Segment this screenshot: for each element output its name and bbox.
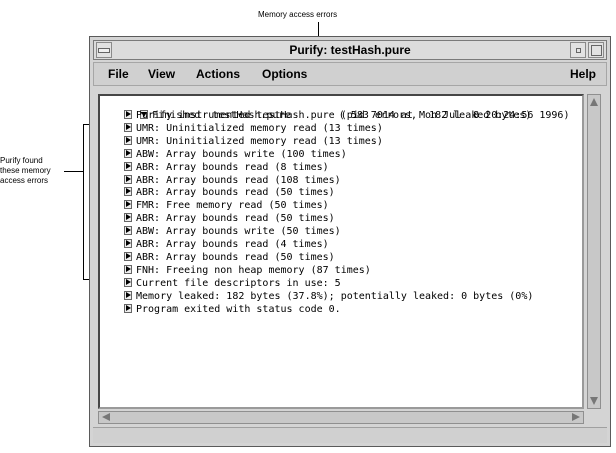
log-item-row[interactable]: ABR: Array bounds read (50 times) — [124, 213, 335, 225]
log-item-text: ABR: Array bounds read (8 times) — [136, 161, 329, 173]
window-title: Purify: testHash.pure — [289, 43, 411, 57]
log-item-text: UMR: Uninitialized memory read (13 times… — [136, 122, 383, 134]
scroll-right-icon[interactable] — [572, 413, 580, 421]
scroll-down-icon[interactable] — [590, 397, 598, 405]
menu-view[interactable]: View — [148, 67, 175, 81]
expand-triangle-icon[interactable] — [124, 290, 132, 300]
maximize-icon — [590, 44, 602, 56]
annotation-leader-line-left — [64, 171, 83, 172]
log-item-text: ABR: Array bounds read (50 times) — [136, 251, 335, 263]
expand-triangle-icon[interactable] — [124, 174, 132, 184]
expand-triangle-icon[interactable] — [124, 187, 132, 197]
log-item-row[interactable]: ABR: Array bounds read (8 times) — [124, 161, 329, 174]
annotation-line-1: Purify found — [0, 156, 43, 165]
log-item-row[interactable]: ABW: Array bounds write (100 times) — [124, 148, 347, 161]
log-item-row[interactable]: Current file descriptors in use: 5 — [124, 277, 341, 290]
purify-window: Purify: testHash.pure File View Actions … — [89, 36, 611, 447]
log-item-text: Purify instrumented testHash.pure (pid 7… — [136, 110, 570, 121]
expand-triangle-icon[interactable] — [124, 122, 132, 132]
log-item-text: ABW: Array bounds write (100 times) — [136, 148, 347, 160]
expand-triangle-icon[interactable] — [124, 226, 132, 236]
horizontal-scrollbar[interactable] — [98, 411, 584, 424]
status-footer — [93, 427, 607, 443]
expand-triangle-icon[interactable] — [124, 277, 132, 287]
log-item-text: ABR: Array bounds read (50 times) — [136, 213, 335, 225]
expand-triangle-icon[interactable] — [124, 303, 132, 313]
log-item-text: ABR: Array bounds read (50 times) — [136, 187, 335, 199]
log-item-row[interactable]: ABW: Array bounds write (50 times) — [124, 226, 341, 238]
log-item-text: FMR: Free memory read (50 times) — [136, 200, 329, 212]
log-item-text: Current file descriptors in use: 5 — [136, 277, 341, 289]
annotation-line-2: these memory — [0, 166, 51, 175]
log-item-row[interactable]: Program exited with status code 0. — [124, 303, 341, 316]
vertical-scrollbar[interactable] — [587, 94, 601, 409]
expand-triangle-icon[interactable] — [124, 161, 132, 171]
expand-triangle-icon[interactable] — [124, 264, 132, 274]
expand-triangle-icon[interactable] — [124, 110, 132, 119]
expand-triangle-icon[interactable] — [124, 239, 132, 248]
expand-triangle-icon[interactable] — [124, 213, 132, 223]
log-viewer: Finished testHash.pure ( 583 errors, 182… — [98, 94, 584, 409]
annotation-bracket-vertical — [83, 124, 84, 279]
log-item-text: ABR: Array bounds read (108 times) — [136, 174, 341, 186]
log-item-text: ABW: Array bounds write (50 times) — [136, 226, 341, 238]
annotation-memory-access-errors: Memory access errors — [258, 10, 338, 19]
minimize-button[interactable] — [570, 42, 586, 58]
log-item-row[interactable]: ABR: Array bounds read (50 times) — [124, 187, 335, 199]
log-item-text: UMR: Uninitialized memory read (13 times… — [136, 135, 383, 147]
log-item-row[interactable]: ABR: Array bounds read (4 times) — [124, 239, 329, 251]
menu-help[interactable]: Help — [570, 67, 596, 81]
log-item-row[interactable]: UMR: Uninitialized memory read (13 times… — [124, 135, 383, 148]
expand-triangle-icon[interactable] — [124, 148, 132, 158]
annotation-purify-found: Purify found these memory access errors — [0, 156, 51, 186]
log-item-row[interactable]: FMR: Free memory read (50 times) — [124, 200, 329, 212]
log-item-row[interactable]: ABR: Array bounds read (50 times) — [124, 251, 335, 264]
log-item-text: Memory leaked: 182 bytes (37.8%); potent… — [136, 290, 534, 302]
scroll-left-icon[interactable] — [102, 413, 110, 421]
log-item-text: ABR: Array bounds read (4 times) — [136, 239, 329, 250]
menu-actions[interactable]: Actions — [196, 67, 240, 81]
expand-triangle-icon[interactable] — [124, 251, 132, 261]
log-item-row[interactable]: Memory leaked: 182 bytes (37.8%); potent… — [124, 290, 534, 303]
log-item-row[interactable]: Purify instrumented testHash.pure (pid 7… — [124, 110, 569, 122]
maximize-button[interactable] — [588, 42, 604, 58]
log-item-row[interactable]: FNH: Freeing non heap memory (87 times) — [124, 264, 371, 277]
log-item-row[interactable]: ABR: Array bounds read (108 times) — [124, 174, 341, 187]
log-header-row[interactable]: Finished testHash.pure ( 583 errors, 182… — [104, 98, 531, 121]
expand-triangle-icon[interactable] — [124, 135, 132, 145]
scroll-up-icon[interactable] — [590, 98, 598, 106]
menu-options[interactable]: Options — [262, 67, 307, 81]
log-item-text: Program exited with status code 0. — [136, 303, 341, 315]
menu-bar: File View Actions Options Help — [93, 62, 607, 86]
log-item-row[interactable]: UMR: Uninitialized memory read (13 times… — [124, 122, 383, 135]
title-bar[interactable]: Purify: testHash.pure — [93, 40, 607, 60]
minimize-icon — [575, 47, 581, 53]
menu-file[interactable]: File — [108, 67, 129, 81]
log-item-text: FNH: Freeing non heap memory (87 times) — [136, 264, 371, 276]
annotation-line-3: access errors — [0, 176, 49, 185]
expand-triangle-icon[interactable] — [124, 200, 132, 210]
